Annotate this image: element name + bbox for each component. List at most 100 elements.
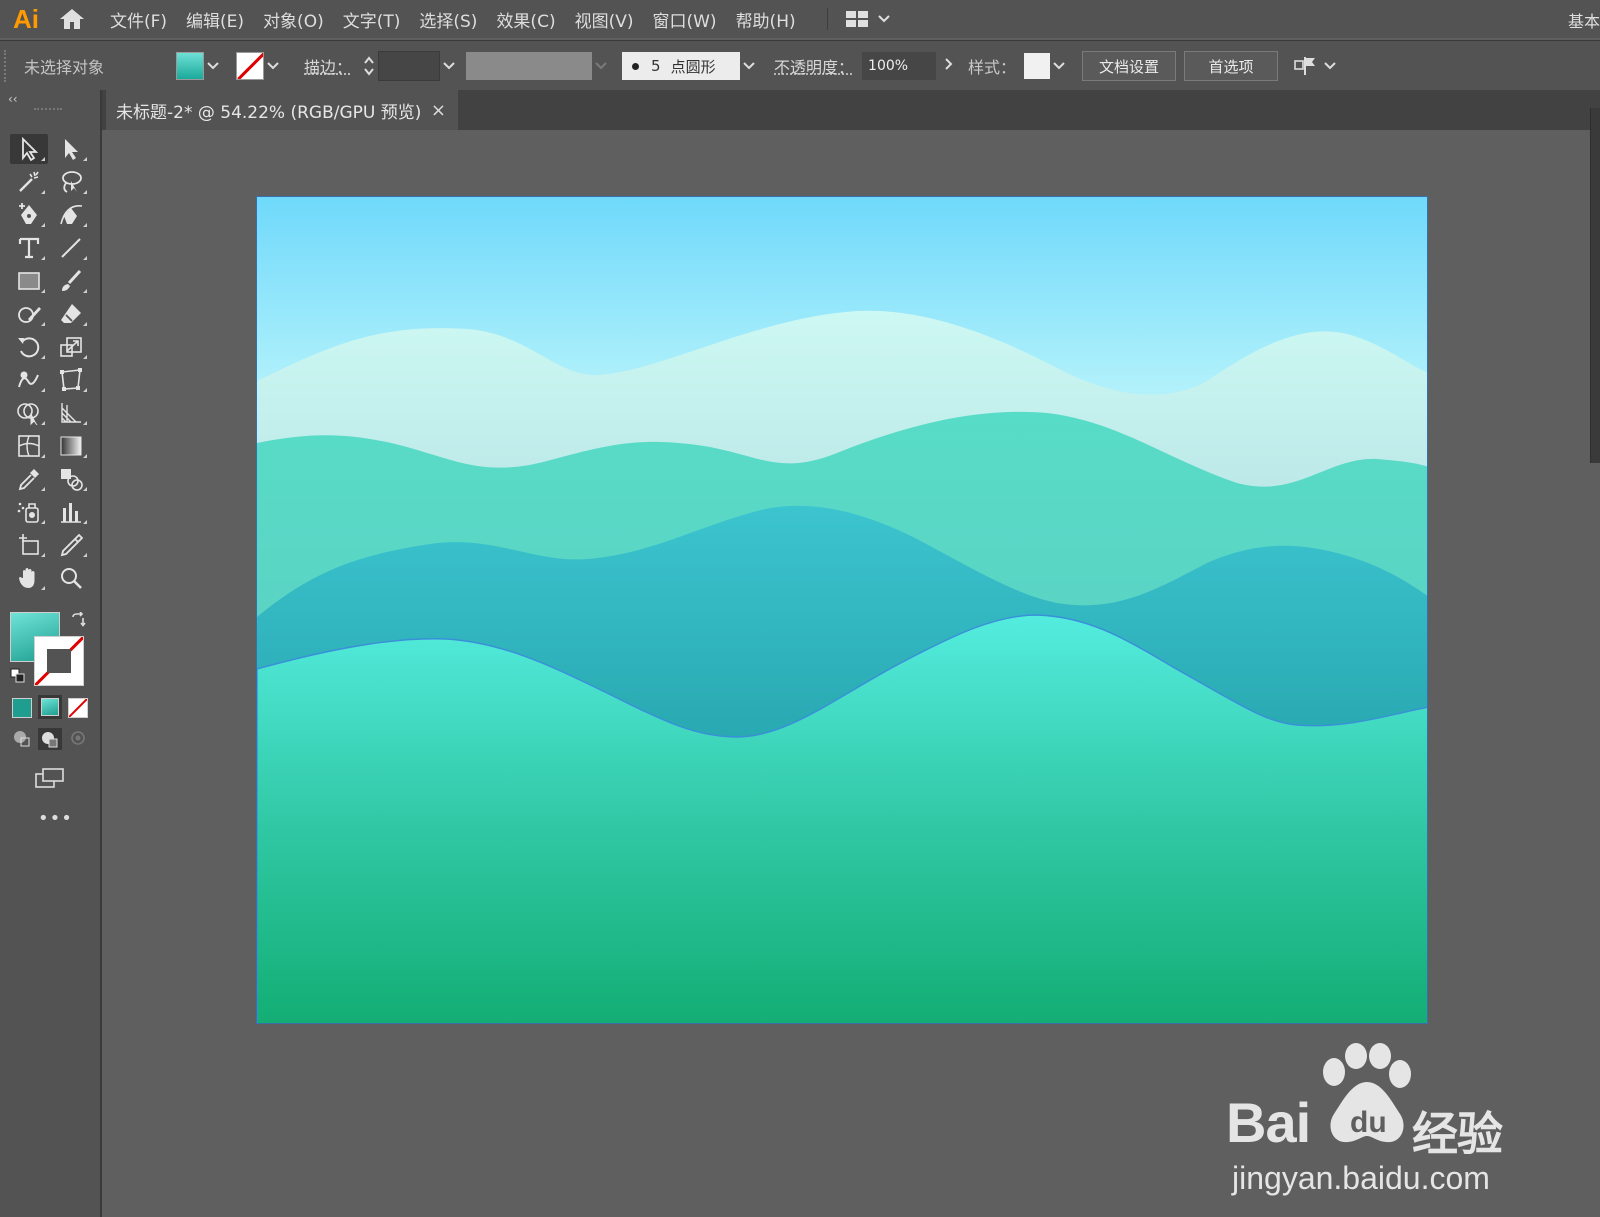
type-icon: [18, 237, 40, 259]
warp-tool[interactable]: [10, 365, 48, 395]
perspective-grid-tool[interactable]: [52, 398, 90, 428]
symbol-sprayer-icon: [17, 502, 39, 523]
opacity-label[interactable]: 不透明度：: [774, 54, 854, 78]
document-setup-button[interactable]: 文档设置: [1082, 51, 1177, 81]
style-dropdown[interactable]: [1050, 59, 1068, 74]
preferences-button[interactable]: 首选项: [1184, 51, 1279, 81]
selection-status: 未选择对象: [24, 58, 105, 77]
home-icon[interactable]: [52, 0, 92, 38]
hand-tool[interactable]: [10, 563, 48, 593]
graphic-style-swatch[interactable]: [1024, 53, 1051, 79]
artboard-tool[interactable]: [10, 530, 48, 560]
wave-artwork: [257, 197, 1427, 1023]
brush-dropdown[interactable]: [740, 59, 758, 74]
slice-tool[interactable]: [52, 530, 90, 560]
type-tool[interactable]: [10, 233, 48, 263]
brush-dot-icon: [632, 62, 640, 70]
lasso-tool[interactable]: [52, 167, 90, 197]
rectangle-tool[interactable]: [10, 266, 48, 296]
chevron-down-icon: [443, 61, 455, 69]
collapse-panel-icon[interactable]: ‹‹: [8, 92, 18, 106]
selection-tool-icon: [22, 136, 39, 162]
opacity-expand[interactable]: [940, 58, 958, 74]
blend-tool[interactable]: [52, 464, 90, 494]
stroke-swatch[interactable]: [236, 52, 264, 80]
rectangle-icon: [18, 272, 40, 290]
tools-grip[interactable]: [34, 108, 62, 114]
eraser-tool[interactable]: [52, 299, 90, 329]
paintbrush-tool[interactable]: [52, 266, 90, 296]
right-panel-dock[interactable]: [1590, 108, 1600, 463]
opacity-field[interactable]: 100%: [862, 52, 937, 80]
panel-grip[interactable]: [4, 50, 12, 82]
column-graph-tool[interactable]: [52, 497, 90, 527]
zoom-tool[interactable]: [52, 563, 90, 593]
eyedropper-icon: [18, 469, 39, 491]
profile-dropdown[interactable]: [592, 59, 610, 74]
direct-selection-tool[interactable]: [52, 134, 90, 164]
workspace-switcher[interactable]: 基本: [1568, 8, 1600, 32]
watermark-url: jingyan.baidu.com: [1232, 1160, 1490, 1196]
selection-tool[interactable]: [10, 134, 48, 164]
fill-swatch[interactable]: [176, 52, 204, 80]
stroke-label[interactable]: 描边：: [304, 54, 352, 78]
shaper-tool[interactable]: [10, 299, 48, 329]
symbol-sprayer-tool[interactable]: [10, 497, 48, 527]
none-mode-button[interactable]: [68, 698, 88, 718]
flag-panel-icon: [1294, 57, 1316, 75]
menu-edit[interactable]: 编辑(E): [186, 7, 244, 32]
tools-panel: ‹‹ •••: [0, 90, 102, 1217]
menu-effect[interactable]: 效果(C): [496, 7, 555, 32]
gradient-tool[interactable]: [52, 431, 90, 461]
menu-select[interactable]: 选择(S): [419, 7, 477, 32]
stroke-hollow: [47, 649, 71, 673]
free-transform-tool[interactable]: [52, 365, 90, 395]
watermark-brand: Bai: [1226, 1091, 1311, 1154]
arrange-documents-icon: [845, 11, 868, 27]
menu-type[interactable]: 文字(T): [343, 7, 401, 32]
draw-normal-icon[interactable]: [12, 728, 32, 748]
draw-inside-icon[interactable]: [68, 728, 88, 748]
draw-behind-button[interactable]: [38, 728, 62, 750]
artboard[interactable]: [256, 196, 1428, 1024]
swap-fill-stroke-icon[interactable]: [70, 611, 86, 632]
mesh-tool[interactable]: [10, 431, 48, 461]
menu-help[interactable]: 帮助(H): [736, 7, 796, 32]
curvature-icon: [60, 205, 83, 225]
menu-object[interactable]: 对象(O): [263, 7, 324, 32]
scale-icon: [60, 337, 82, 357]
stroke-color-box[interactable]: [34, 636, 84, 686]
line-tool[interactable]: [52, 233, 90, 263]
arrange-panel-button[interactable]: [1294, 55, 1336, 77]
color-mode-button[interactable]: [12, 698, 32, 718]
scale-tool[interactable]: [52, 332, 90, 362]
eyedropper-tool[interactable]: [10, 464, 48, 494]
menu-file[interactable]: 文件(F): [110, 7, 167, 32]
menu-window[interactable]: 窗口(W): [652, 7, 716, 32]
rotate-tool[interactable]: [10, 332, 48, 362]
curvature-tool[interactable]: [52, 200, 90, 230]
arrange-documents-button[interactable]: [845, 11, 890, 27]
document-tab[interactable]: 未标题-2* @ 54.22% (RGB/GPU 预览) ×: [106, 90, 458, 130]
stroke-weight-dropdown[interactable]: [440, 59, 458, 74]
magic-wand-tool[interactable]: [10, 167, 48, 197]
gradient-mode-button[interactable]: [38, 695, 62, 719]
stepper-arrows-icon: [364, 56, 374, 76]
screen-mode-button[interactable]: [34, 766, 66, 794]
variable-width-profile[interactable]: [466, 52, 593, 80]
pen-tool[interactable]: [10, 200, 48, 230]
fill-dropdown[interactable]: [204, 59, 222, 74]
menu-view[interactable]: 视图(V): [575, 7, 634, 32]
lasso-icon: [62, 171, 82, 193]
shape-builder-tool[interactable]: [10, 398, 48, 428]
stroke-weight-field[interactable]: [378, 51, 441, 81]
stroke-dropdown[interactable]: [264, 59, 282, 74]
shaper-icon: [18, 307, 41, 323]
edit-toolbar-button[interactable]: •••: [38, 808, 73, 829]
stroke-weight-stepper[interactable]: [360, 51, 378, 81]
brush-definition[interactable]: 5 点圆形: [622, 52, 741, 80]
svg-text:du: du: [1350, 1106, 1387, 1139]
close-icon[interactable]: ×: [431, 100, 446, 121]
default-fill-stroke-icon[interactable]: [10, 668, 26, 688]
gradient-swatch-icon: [41, 698, 59, 716]
